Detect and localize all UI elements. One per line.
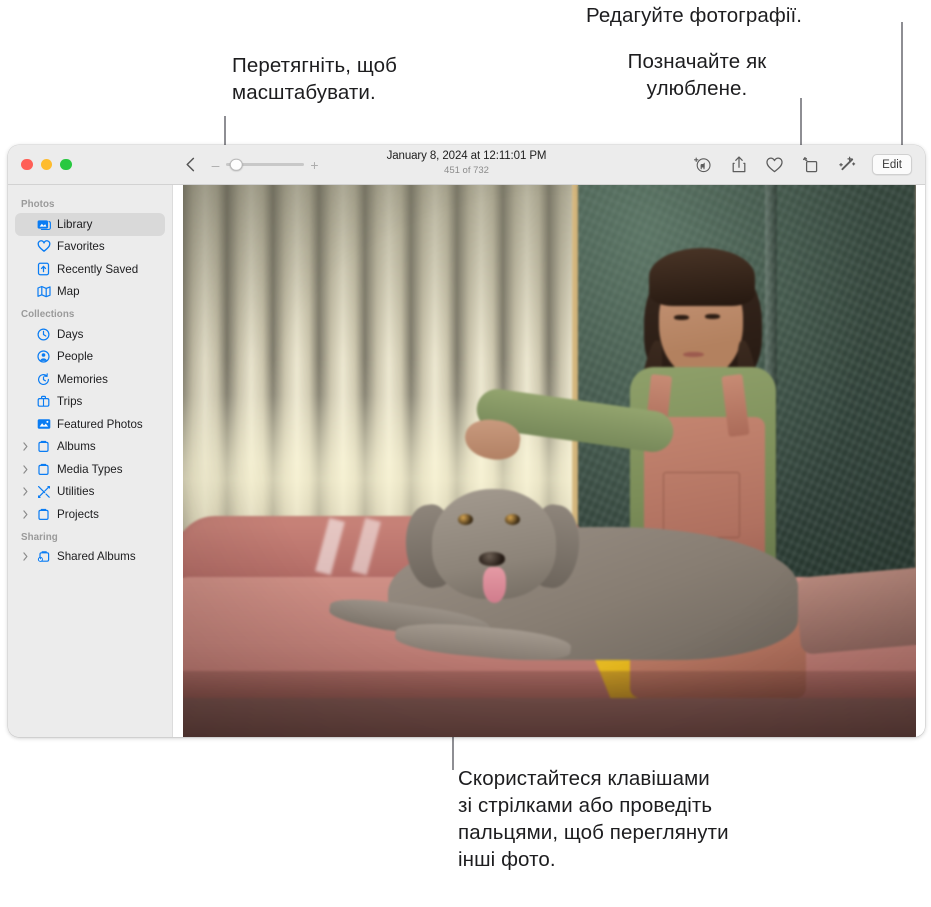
sidebar-item-label: Map [57, 285, 80, 299]
sidebar-item-label: Recently Saved [57, 262, 139, 276]
sidebar-item-label: Library [57, 217, 93, 231]
share-icon[interactable] [728, 154, 749, 175]
person-icon [36, 349, 51, 364]
sidebar-item-albums[interactable]: Albums [15, 436, 165, 459]
screenshot-root: Перетягніть, щоб масштабувати. Редагуйте… [0, 0, 931, 907]
minimize-button[interactable] [40, 158, 52, 171]
trips-icon [36, 394, 51, 409]
girl-eye-right [705, 314, 720, 320]
zoom-out-label[interactable]: – [211, 158, 220, 172]
heart-icon[interactable] [764, 154, 785, 175]
back-button[interactable] [179, 154, 201, 176]
sidebar-item-trips[interactable]: Trips [15, 391, 165, 414]
zoom-slider-thumb[interactable] [229, 158, 243, 171]
clock-icon [36, 327, 51, 342]
sidebar-item-label: Trips [57, 395, 83, 409]
sidebar-item-label: Media Types [57, 462, 123, 476]
utilities-icon [36, 484, 51, 499]
window-body: Photos Library Favorites Recently Saved … [8, 185, 925, 737]
folder-icon [36, 439, 51, 454]
toolbar-actions: Edit [692, 154, 912, 175]
girl-eye-left [674, 315, 689, 321]
sidebar-item-utilities[interactable]: Utilities [15, 481, 165, 504]
shared-albums-icon [36, 549, 51, 564]
sofa-skirt [182, 698, 916, 737]
chevron-right-icon[interactable] [21, 552, 30, 561]
chevron-right-icon[interactable] [21, 442, 30, 451]
sidebar-item-shared-albums[interactable]: Shared Albums [15, 546, 165, 569]
girl-mouth [683, 351, 704, 358]
dog-nose [478, 552, 505, 567]
sofa-arm [795, 564, 916, 656]
photos-app-window: – + January 8, 2024 at 12:11:01 PM 451 o… [8, 145, 925, 737]
zoom-button[interactable] [60, 158, 72, 171]
sidebar-item-memories[interactable]: Memories [15, 368, 165, 391]
callout-mark-as-favorite: Позначайте як улюблене. [627, 50, 767, 100]
overall-pocket [662, 472, 740, 539]
callout-edit-photos: Редагуйте фотографії. [586, 4, 803, 27]
sidebar-item-people[interactable]: People [15, 346, 165, 369]
zoom-slider[interactable]: – + [211, 158, 319, 172]
sidebar-item-label: Days [57, 327, 84, 341]
library-icon [36, 217, 51, 232]
memories-icon [36, 372, 51, 387]
sidebar-item-recently-saved[interactable]: Recently Saved [15, 258, 165, 281]
sidebar[interactable]: Photos Library Favorites Recently Saved … [8, 185, 173, 737]
close-button[interactable] [21, 158, 33, 171]
sidebar-item-label: Memories [57, 372, 108, 386]
zoom-slider-track[interactable] [226, 158, 304, 171]
callout-use-arrow-keys: Скористайтеся клавішами зі стрілками або… [458, 767, 729, 871]
folder-icon [36, 507, 51, 522]
photo-image[interactable] [182, 185, 916, 737]
identify-pet-icon[interactable] [692, 154, 713, 175]
chevron-right-icon[interactable] [21, 487, 30, 496]
sidebar-item-featured-photos[interactable]: Featured Photos [15, 413, 165, 436]
map-icon [36, 284, 51, 299]
zoom-in-label[interactable]: + [310, 158, 319, 172]
leader-line-edit [901, 22, 903, 153]
chevron-left-icon [185, 157, 196, 172]
chevron-right-icon[interactable] [21, 510, 30, 519]
sidebar-item-label: Featured Photos [57, 417, 143, 431]
edit-button[interactable]: Edit [872, 154, 912, 175]
sidebar-item-label: Projects [57, 507, 99, 521]
callout-drag-to-zoom: Перетягніть, щоб масштабувати. [232, 54, 397, 104]
folder-icon [36, 462, 51, 477]
sidebar-item-projects[interactable]: Projects [15, 503, 165, 526]
featured-photos-icon [36, 417, 51, 432]
sidebar-item-label: Shared Albums [57, 550, 136, 564]
sidebar-item-library[interactable]: Library [15, 213, 165, 236]
sidebar-item-media-types[interactable]: Media Types [15, 458, 165, 481]
sidebar-item-label: Utilities [57, 485, 95, 499]
sidebar-item-label: People [57, 350, 94, 364]
sidebar-item-days[interactable]: Days [15, 323, 165, 346]
sidebar-section-header-collections: Collections [21, 309, 75, 320]
sidebar-item-label: Albums [57, 440, 96, 454]
sidebar-item-map[interactable]: Map [15, 281, 165, 304]
recently-saved-icon [36, 262, 51, 277]
window-titlebar: – + January 8, 2024 at 12:11:01 PM 451 o… [8, 145, 925, 185]
girl-hair-top [648, 248, 755, 307]
sidebar-section-header-photos: Photos [21, 199, 55, 210]
rotate-icon[interactable] [800, 154, 821, 175]
sidebar-item-label: Favorites [57, 240, 105, 254]
chevron-right-icon[interactable] [21, 465, 30, 474]
photo-viewer[interactable] [173, 185, 925, 737]
sidebar-section-header-sharing: Sharing [21, 531, 58, 543]
heart-icon [36, 239, 51, 254]
magic-wand-icon[interactable] [836, 154, 857, 175]
traffic-lights [21, 158, 169, 171]
sidebar-item-favorites[interactable]: Favorites [15, 236, 165, 259]
